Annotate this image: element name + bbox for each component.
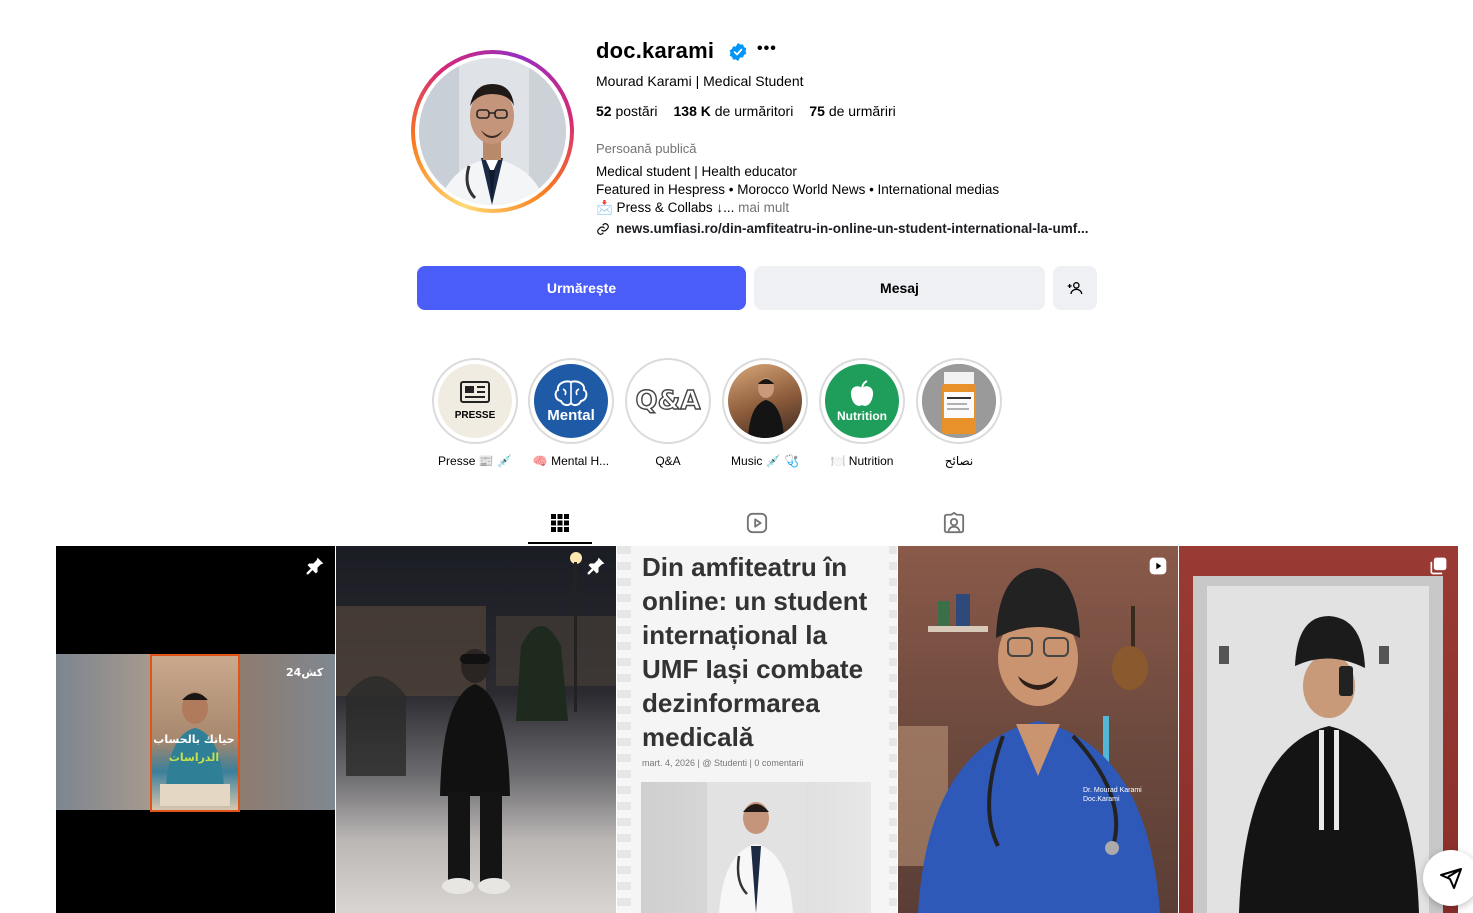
posts-stat[interactable]: 52 postări — [596, 103, 658, 119]
highlight-label: 🍽️ Nutrition — [830, 454, 894, 468]
add-person-button[interactable] — [1053, 266, 1097, 310]
posts-count: 52 — [596, 103, 612, 119]
tab-tagged[interactable] — [939, 508, 969, 538]
highlight-cover-music — [728, 364, 802, 438]
bio-line-3-text: 📩 Press & Collabs ↓... — [596, 200, 735, 215]
avatar-inner-border — [415, 54, 570, 209]
brain-icon — [554, 380, 588, 406]
more-options-icon[interactable]: ••• — [757, 40, 777, 58]
highlight-presse[interactable]: PRESSE Presse 📰 💉 — [432, 358, 518, 468]
post-1-overlay-bottom: الدراسات — [168, 751, 220, 764]
post-3-article-title: Din amfiteatru în online: un student int… — [642, 552, 868, 752]
tab-posts[interactable] — [545, 508, 575, 538]
qa-cover-text: Q&A — [635, 385, 701, 416]
profile-stats: 52 postări 138 K de urmăritori 75 de urm… — [596, 103, 896, 119]
highlight-ring: Mental — [528, 358, 614, 444]
post-4[interactable]: Dr. Mourad Karami Doc.Karami — [898, 546, 1178, 913]
followers-count: 138 K — [673, 103, 711, 119]
highlight-ring — [722, 358, 808, 444]
following-label: de urmăriri — [828, 103, 896, 119]
add-person-icon — [1067, 282, 1083, 295]
highlight-cover-presse: PRESSE — [438, 364, 512, 438]
bio-line-1: Medical student | Health educator — [596, 164, 797, 179]
highlight-label: نصائح — [944, 454, 974, 468]
post-3-article-meta: mart. 4, 2026 | @ Studenti | 0 comentari… — [642, 758, 804, 768]
profile-avatar[interactable] — [411, 50, 574, 213]
post-3-article-image — [641, 782, 871, 913]
bio-line-2: Featured in Hespress • Morocco World New… — [596, 182, 1000, 197]
profile-bio: Medical student | Health educator Featur… — [596, 163, 999, 217]
link-text: news.umfiasi.ro/din-amfiteatru-in-online… — [616, 221, 1089, 236]
post-3-article-photo — [707, 782, 805, 913]
post-3-doctor-photo — [707, 782, 805, 913]
highlight-ring: Q&A — [625, 358, 711, 444]
highlight-cover-mental: Mental — [534, 364, 608, 438]
pin-icon — [306, 557, 324, 575]
link-icon — [597, 222, 609, 235]
avatar-portrait-illustration — [419, 58, 566, 205]
highlight-cover-tips — [922, 364, 996, 438]
pill-bottle-photo — [922, 364, 996, 438]
highlight-qa[interactable]: Q&A Q&A — [625, 358, 711, 468]
followers-stat[interactable]: 138 K de urmăritori — [674, 103, 794, 119]
post-5-mirror-photo — [1193, 576, 1443, 913]
highlight-ring — [916, 358, 1002, 444]
profile-category: Persoană publică — [596, 141, 697, 156]
mental-cover-text: Mental — [547, 406, 595, 424]
post-1-channel-logo: كش24 — [286, 666, 324, 679]
post-4-scrub-text: Dr. Mourad Karami Doc.Karami — [1083, 787, 1142, 803]
reels-icon — [746, 512, 768, 534]
highlight-tips[interactable]: نصائح — [916, 358, 1002, 468]
post-3-page-edge-right — [889, 546, 897, 913]
post-2-night-photo — [336, 552, 616, 894]
apple-icon — [850, 380, 874, 406]
newspaper-icon — [459, 381, 490, 403]
highlight-ring: PRESSE — [432, 358, 518, 444]
highlight-label: Presse 📰 💉 — [438, 454, 512, 468]
tab-reels[interactable] — [742, 508, 772, 538]
profile-username: doc.karami — [596, 38, 715, 63]
highlight-ring: Nutrition — [819, 358, 905, 444]
music-cover-photo — [748, 378, 784, 438]
share-icon — [1440, 868, 1462, 889]
reel-badge-icon — [1149, 557, 1167, 575]
follow-button[interactable]: Urmărește — [417, 266, 746, 310]
pin-icon — [587, 557, 605, 575]
highlight-music[interactable]: Music 💉 🩺 — [722, 358, 808, 468]
verified-badge-icon — [729, 43, 747, 61]
nutrition-cover-text: Nutrition — [837, 409, 887, 423]
following-count: 75 — [809, 103, 825, 119]
highlight-label: Music 💉 🩺 — [731, 454, 799, 468]
posts-grid-icon — [551, 514, 569, 532]
post-2[interactable] — [336, 546, 616, 913]
bio-line-3: 📩 Press & Collabs ↓... mai mult — [596, 199, 999, 217]
post-3[interactable]: Din amfiteatru în online: un student int… — [617, 546, 897, 913]
active-tab-indicator — [528, 542, 592, 544]
posts-label: postări — [615, 103, 658, 119]
presse-cover-content: PRESSE — [454, 381, 496, 421]
highlight-cover-qa: Q&A — [631, 364, 705, 438]
avatar-photo — [419, 58, 566, 205]
tagged-icon — [943, 512, 965, 534]
bio-more-link[interactable]: mai mult — [738, 200, 789, 215]
post-3-page-edge — [617, 546, 631, 913]
highlight-mental[interactable]: Mental 🧠 Mental H... — [528, 358, 614, 468]
highlight-label: 🧠 Mental H... — [532, 454, 610, 468]
post-4-reel-photo — [898, 568, 1160, 913]
post-5[interactable] — [1179, 546, 1458, 913]
share-button[interactable] — [1423, 850, 1473, 906]
profile-full-name: Mourad Karami | Medical Student — [596, 73, 804, 89]
highlight-nutrition[interactable]: Nutrition 🍽️ Nutrition — [819, 358, 905, 468]
following-stat[interactable]: 75 de urmăriri — [809, 103, 895, 119]
message-button[interactable]: Mesaj — [754, 266, 1045, 310]
highlight-label: Q&A — [655, 454, 681, 468]
post-1[interactable]: حياتك بالحساب الدراسات كش24 — [56, 546, 335, 913]
carousel-icon — [1430, 557, 1447, 575]
presse-cover-text: PRESSE — [454, 410, 496, 421]
followers-label: de urmăritori — [714, 103, 794, 119]
post-1-overlay-top: حياتك بالحساب — [153, 733, 235, 746]
highlight-cover-nutrition: Nutrition — [825, 364, 899, 438]
profile-external-link[interactable]: news.umfiasi.ro/din-amfiteatru-in-online… — [596, 221, 1089, 236]
